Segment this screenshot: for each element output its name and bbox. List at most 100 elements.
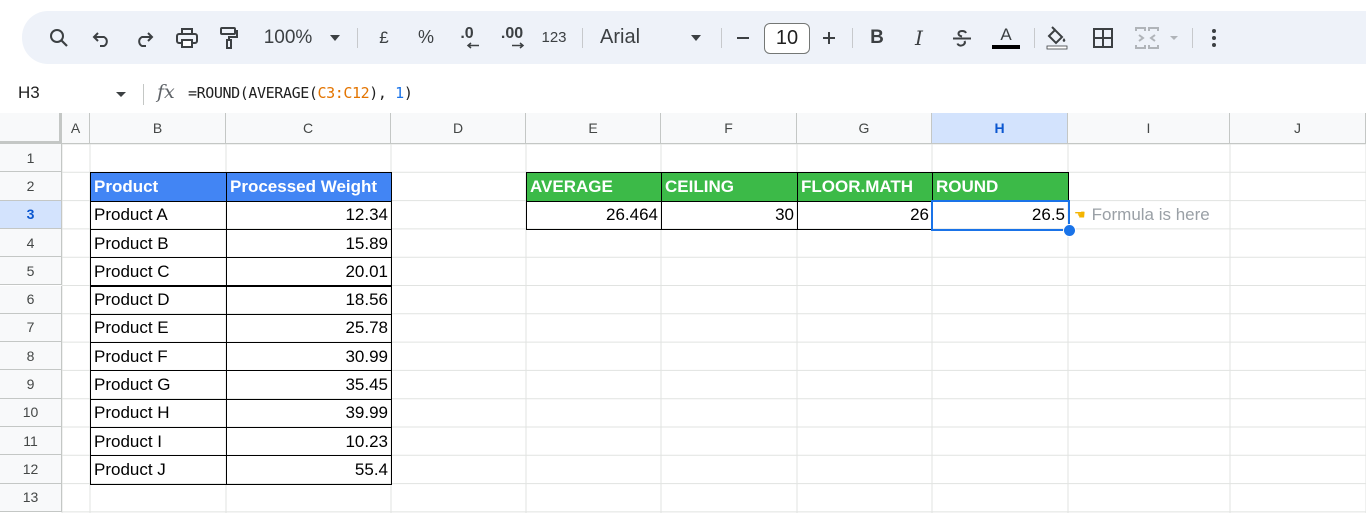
weight-value-cell[interactable]: 35.45 (226, 370, 392, 400)
weight-value-cell[interactable]: 18.56 (226, 285, 392, 315)
italic-button[interactable]: I (907, 11, 931, 64)
row-header-5[interactable]: 5 (0, 257, 62, 286)
weight-value-cell[interactable]: 12.34 (226, 200, 392, 230)
product-name-cell[interactable]: Product E (90, 313, 227, 344)
fx-icon: fx (157, 81, 175, 103)
undo-button[interactable] (89, 11, 115, 64)
row-header-8[interactable]: 8 (0, 342, 62, 371)
row-header-7[interactable]: 7 (0, 313, 62, 343)
decrease-decimal-button[interactable]: .0 (452, 11, 482, 64)
formula-input[interactable]: =ROUND(AVERAGE(C3:C12), 1) (188, 84, 413, 102)
merge-type-dropdown[interactable] (1166, 11, 1182, 64)
weight-header-cell[interactable]: Processed Weight (226, 172, 392, 202)
toolbar-divider (852, 28, 853, 48)
print-button[interactable] (173, 11, 201, 64)
font-family-dropdown[interactable] (687, 11, 705, 64)
product-header-cell[interactable]: Product (90, 172, 227, 202)
product-name-cell[interactable]: Product B (90, 228, 227, 259)
more-vert-icon (1212, 28, 1216, 47)
zoom-select[interactable]: 100% (260, 11, 316, 64)
redo-button[interactable] (131, 11, 157, 64)
bold-label: B (870, 26, 884, 48)
bold-button[interactable]: B (865, 11, 889, 64)
select-all-corner[interactable] (0, 113, 62, 144)
column-header-d[interactable]: D (391, 113, 526, 144)
product-name-cell[interactable]: Product I (90, 427, 227, 457)
weight-value-cell[interactable]: 39.99 (226, 398, 392, 428)
column-header-g[interactable]: G (797, 113, 932, 144)
result-header-cell[interactable]: ROUND (932, 172, 1069, 202)
column-header-h[interactable]: H (932, 113, 1068, 144)
font-family-select[interactable]: Arial (600, 11, 700, 64)
column-header-a[interactable]: A (62, 113, 90, 144)
product-name-cell[interactable]: Product D (90, 285, 227, 315)
active-cell-selection (931, 199, 1070, 231)
result-value-cell[interactable]: 26.464 (526, 200, 662, 230)
paint-format-button[interactable] (216, 11, 242, 64)
caret-down-icon (1170, 35, 1178, 40)
result-header-cell[interactable]: FLOOR.MATH (797, 172, 933, 202)
increase-decimal-button[interactable]: .00 (496, 11, 528, 64)
product-name-cell[interactable]: Product A (90, 200, 227, 230)
arrow-right-icon (512, 42, 525, 49)
weight-value-cell[interactable]: 25.78 (226, 313, 392, 344)
row-header-2[interactable]: 2 (0, 172, 62, 201)
font-size-input[interactable]: 10 (764, 23, 810, 54)
result-header-cell[interactable]: AVERAGE (526, 172, 662, 202)
result-value-cell[interactable]: 30 (661, 200, 798, 230)
text-color-button[interactable]: A (990, 11, 1022, 64)
row-header-10[interactable]: 10 (0, 398, 62, 427)
formula-range: C3:C12 (317, 84, 370, 102)
zoom-dropdown[interactable] (326, 11, 344, 64)
fill-color-button[interactable] (1044, 11, 1070, 64)
undo-icon (92, 31, 108, 47)
currency-format-button[interactable]: £ (372, 11, 396, 64)
column-header-i[interactable]: I (1068, 113, 1230, 144)
product-name-cell[interactable]: Product J (90, 455, 227, 485)
row-header-9[interactable]: 9 (0, 370, 62, 399)
column-header-j[interactable]: J (1230, 113, 1366, 144)
increase-font-size-button[interactable] (818, 11, 840, 64)
row-header-11[interactable]: 11 (0, 427, 62, 456)
more-formats-button[interactable]: 123 (539, 11, 569, 64)
merge-cells-button[interactable] (1132, 11, 1162, 64)
product-name-cell[interactable]: Product F (90, 342, 227, 372)
column-header-f[interactable]: F (661, 113, 797, 144)
weight-value-cell[interactable]: 20.01 (226, 257, 392, 287)
increase-decimal-label: .00 (500, 25, 524, 42)
decrease-font-size-button[interactable] (732, 11, 754, 64)
search-icon (50, 28, 68, 47)
decrease-decimal-label: .0 (460, 25, 474, 42)
row-header-13[interactable]: 13 (0, 483, 62, 512)
row-header-1[interactable]: 1 (0, 144, 62, 173)
weight-value-cell[interactable]: 15.89 (226, 228, 392, 259)
formula-bar: H3 fx =ROUND(AVERAGE(C3:C12), 1) (0, 77, 1366, 110)
column-header-b[interactable]: B (90, 113, 226, 144)
formula-mid: ), (369, 84, 396, 102)
row-header-3[interactable]: 3 (0, 200, 62, 229)
column-header-c[interactable]: C (226, 113, 391, 144)
font-family-value: Arial (600, 26, 641, 48)
toolbar-divider (1034, 28, 1035, 48)
name-box[interactable]: H3 (18, 83, 40, 103)
column-header-e[interactable]: E (526, 113, 661, 144)
row-header-12[interactable]: 12 (0, 455, 62, 484)
product-name-cell[interactable]: Product C (90, 257, 227, 287)
row-header-6[interactable]: 6 (0, 285, 62, 314)
borders-button[interactable] (1090, 11, 1116, 64)
more-options-button[interactable] (1202, 11, 1226, 64)
caret-down-icon[interactable] (115, 91, 127, 98)
product-name-cell[interactable]: Product H (90, 398, 227, 428)
caret-down-icon (330, 34, 340, 41)
percent-format-button[interactable]: % (414, 11, 438, 64)
more-formats-label: 123 (541, 29, 567, 46)
weight-value-cell[interactable]: 10.23 (226, 427, 392, 457)
result-header-cell[interactable]: CEILING (661, 172, 798, 202)
weight-value-cell[interactable]: 30.99 (226, 342, 392, 372)
result-value-cell[interactable]: 26 (797, 200, 933, 230)
search-menus-button[interactable] (44, 11, 74, 64)
strikethrough-button[interactable] (949, 11, 975, 64)
weight-value-cell[interactable]: 55.4 (226, 455, 392, 485)
product-name-cell[interactable]: Product G (90, 370, 227, 400)
row-header-4[interactable]: 4 (0, 228, 62, 258)
